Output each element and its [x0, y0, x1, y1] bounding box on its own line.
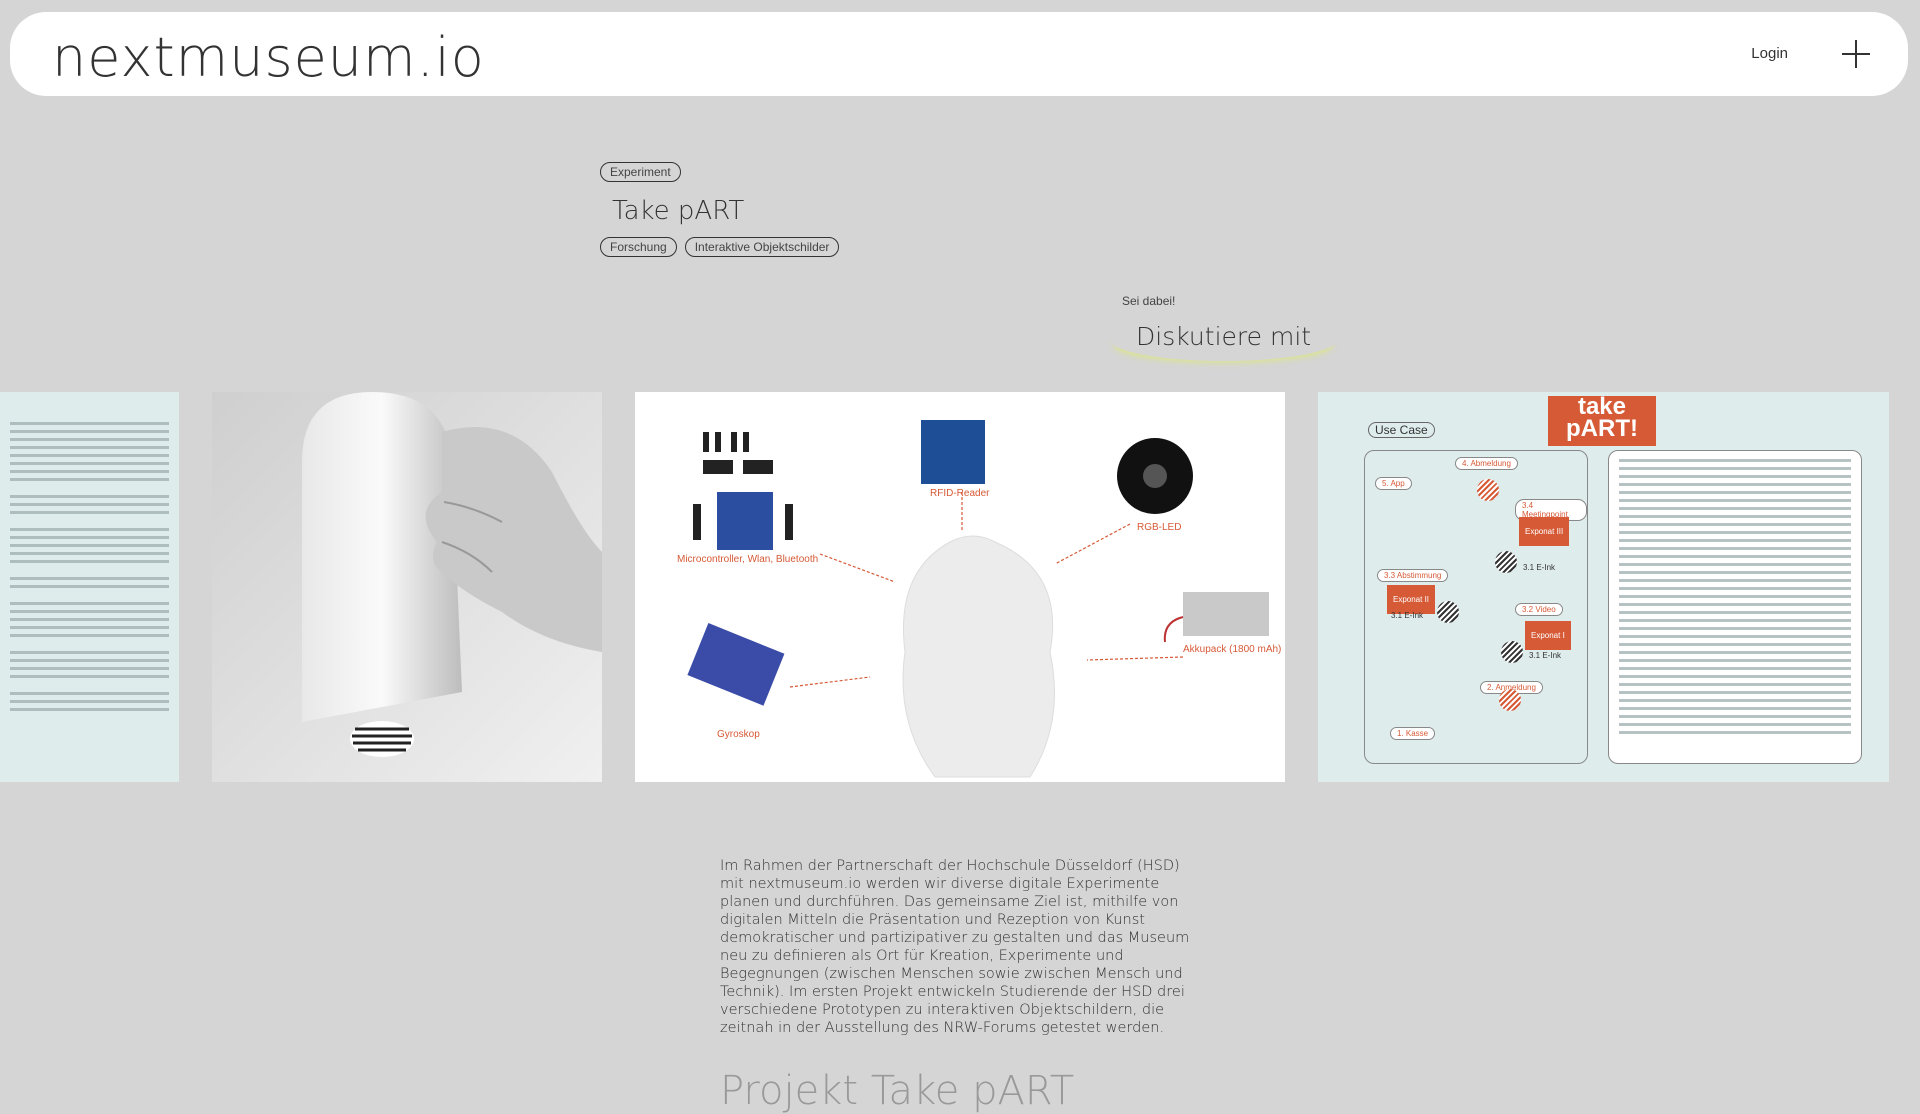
top-bar: nextmuseum.io Login: [10, 12, 1908, 96]
tag-forschung[interactable]: Forschung: [600, 237, 677, 257]
label-rgb-led: RGB-LED: [1137, 522, 1182, 533]
marker-orange: [1499, 689, 1521, 711]
label-rfid: RFID-Reader: [930, 488, 990, 499]
marker-black: [1437, 601, 1459, 623]
site-logo[interactable]: nextmuseum.io: [52, 26, 485, 89]
marker-orange: [1477, 479, 1499, 501]
marker-black: [1501, 641, 1523, 663]
flow-node: 5. App: [1375, 477, 1412, 490]
flow-node: 1. Kasse: [1390, 727, 1436, 740]
use-case-text: [1608, 450, 1862, 764]
eink-label: 3.1 E-Ink: [1391, 611, 1424, 620]
eink-label: 3.1 E-Ink: [1529, 651, 1562, 660]
document-text-lines: [10, 422, 169, 716]
flow-node: 3.3 Abstimmung: [1377, 569, 1449, 582]
flow-node: 3.2 Video: [1515, 603, 1563, 616]
tag-interaktive-objektschilder[interactable]: Interaktive Objektschilder: [684, 237, 840, 257]
takepart-logo: take pART!: [1548, 395, 1656, 446]
gallery-image-components[interactable]: Microcontroller, Wlan, Bluetooth RFID-Re…: [635, 392, 1285, 782]
label-akkupack: Akkupack (1800 mAh): [1183, 644, 1282, 655]
gallery-image-document[interactable]: [0, 392, 179, 782]
flow-node: 4. Abmeldung: [1455, 457, 1518, 470]
label-microcontroller: Microcontroller, Wlan, Bluetooth: [677, 554, 819, 565]
use-case-label: Use Case: [1368, 422, 1435, 438]
join-caption: Sei dabei!: [1122, 294, 1176, 308]
gallery-image-hand-object[interactable]: [212, 392, 602, 782]
login-link[interactable]: Login: [1751, 45, 1788, 62]
eink-label: 3.1 E-Ink: [1523, 563, 1556, 572]
project-description: Im Rahmen der Partnerschaft der Hochschu…: [720, 857, 1190, 1036]
discuss-button[interactable]: Diskutiere mit: [1110, 318, 1337, 361]
plus-icon[interactable]: [1840, 38, 1872, 70]
category-tag[interactable]: Experiment: [600, 162, 681, 182]
exponat-box: Exponat I: [1525, 621, 1571, 650]
use-case-flow: 5. App 4. Abmeldung 3.4 Meetingpoint 3.3…: [1364, 450, 1588, 764]
label-gyroskop: Gyroskop: [717, 729, 760, 740]
gallery-image-use-case[interactable]: take pART! Use Case 5. App 4. Abmeldung …: [1318, 392, 1889, 782]
marker-black: [1495, 551, 1517, 573]
hand-object-photo: [212, 392, 602, 782]
use-case-text-lines: [1619, 459, 1851, 739]
exponat-box: Exponat III: [1519, 517, 1570, 546]
section-heading: Projekt Take pART: [720, 1068, 1075, 1114]
tag-list: Forschung Interaktive Objektschilder: [600, 237, 840, 257]
exponat-box: Exponat II: [1387, 585, 1436, 614]
components-diagram: [687, 420, 1269, 778]
page-title: Take pART: [612, 196, 745, 226]
